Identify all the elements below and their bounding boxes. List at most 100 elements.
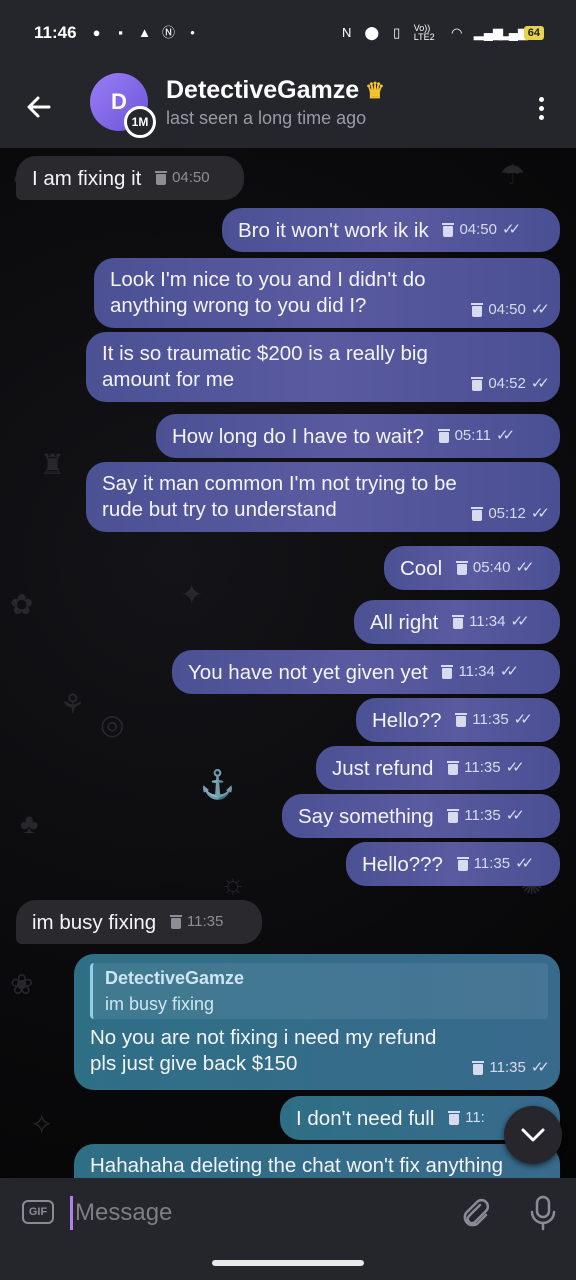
doodle-icon: ⚘ [60, 689, 86, 720]
message-meta: 05:12 ✓✓ [471, 501, 550, 527]
system-nav-bar [0, 1248, 576, 1280]
deleted-trash-icon [447, 809, 460, 823]
crown-icon: ♛ [365, 78, 385, 103]
message-time: 11:35 [473, 855, 511, 872]
signal-1-icon: ▂▄▆ [473, 25, 503, 40]
chat-messages-area[interactable]: ✎ ☂ ♜ ✿ ⚘ ✦ ◎ ♣ ⚓ ❀ ☼ ✧ ✺ ♨ I am fixing … [0, 148, 576, 1178]
message-meta: 11:35 ✓✓ [455, 707, 533, 733]
outgoing-message[interactable]: Bro it won't work ik ik 04:50 ✓✓ [222, 208, 560, 252]
outgoing-message[interactable]: 05:12 ✓✓ Say it man common I'm not trying… [86, 462, 560, 532]
deleted-trash-icon [441, 665, 454, 679]
contact-name[interactable]: DetectiveGamze ♛ [166, 76, 385, 105]
message-input[interactable] [70, 1196, 430, 1230]
read-ticks-icon: ✓✓ [499, 663, 519, 680]
outgoing-message[interactable]: Just refund 11:35 ✓✓ [316, 746, 560, 790]
message-text: Bro it won't work ik ik [238, 219, 429, 242]
more-options-button[interactable] [526, 88, 556, 128]
message-meta: 05:40 ✓✓ [455, 555, 535, 581]
doodle-icon: ❀ [10, 969, 34, 1000]
chevron-down-icon [521, 1128, 545, 1142]
outgoing-message[interactable]: Hahahaha deleting the chat won't fix any… [74, 1144, 560, 1178]
voice-message-button[interactable] [526, 1194, 560, 1232]
message-time: 05:40 [472, 559, 511, 576]
reply-quote[interactable]: DetectiveGamze im busy fixing [90, 963, 548, 1019]
microphone-icon [530, 1195, 556, 1231]
doodle-icon: ✧ [30, 1109, 54, 1140]
message-meta: 05:11 ✓✓ [437, 423, 515, 449]
message-meta: 04:50 ✓✓ [442, 217, 521, 243]
more-dot-icon: • [190, 25, 195, 40]
doodle-icon: ♣ [20, 808, 39, 839]
outgoing-message[interactable]: How long do I have to wait? 05:11 ✓✓ [156, 414, 560, 458]
notification-icons: ● ▪ ▲ Ⓝ • [89, 25, 201, 41]
message-meta: 11:35 ✓✓ [456, 851, 534, 877]
last-seen-status: last seen a long time ago [166, 108, 367, 128]
battery-icon: 64 [523, 26, 544, 40]
message-time: 11:35 [489, 1059, 526, 1076]
deleted-trash-icon [471, 303, 484, 317]
message-text: Just refund [332, 757, 434, 780]
status-bar: 11:46 ● ▪ ▲ Ⓝ • N ⬤ ▯ Vo)) LTE2 ◠ ▂▄▆ ▂▄… [0, 0, 576, 66]
message-text: I am fixing it [32, 167, 142, 190]
deleted-trash-icon [472, 1061, 485, 1075]
read-ticks-icon: ✓✓ [496, 427, 515, 444]
kebab-menu-icon [538, 96, 544, 102]
message-time: 04:50 [488, 301, 526, 318]
outgoing-message[interactable]: All right 11:34 ✓✓ [354, 600, 560, 644]
volte-label: Vo)) LTE2 [413, 23, 435, 42]
message-time: 11:35 [186, 913, 224, 930]
system-icons: N ⬤ ▯ Vo)) LTE2 ◠ ▂▄▆ ▂▄▆ 64 [339, 24, 544, 42]
deleted-trash-icon [455, 713, 468, 727]
message-text: Hello??? [362, 853, 443, 876]
message-meta: 11:35 [169, 909, 224, 935]
doodle-icon: ◎ [100, 709, 125, 740]
read-ticks-icon: ✓✓ [513, 711, 533, 728]
back-arrow-icon [27, 96, 51, 118]
incoming-message[interactable]: im busy fixing 11:35 [16, 900, 262, 944]
paperclip-icon [463, 1198, 490, 1227]
doodle-icon: ☼ [220, 868, 246, 899]
deleted-trash-icon [169, 915, 182, 929]
message-text: im busy fixing [32, 911, 157, 934]
message-text: Say something [298, 805, 434, 828]
message-meta: 11:34 ✓✓ [441, 659, 519, 685]
read-ticks-icon: ✓✓ [505, 759, 525, 776]
outgoing-message[interactable]: 04:52 ✓✓ It is so traumatic $200 is a rea… [86, 332, 560, 402]
chat-notification-icon: ● [92, 25, 101, 40]
outgoing-message[interactable]: You have not yet given yet 11:34 ✓✓ [172, 650, 560, 694]
message-text: No you are not fixing i need my refund p… [90, 1026, 437, 1075]
message-time: 11:35 [464, 807, 501, 824]
outgoing-message[interactable]: Hello??? 11:35 ✓✓ [346, 842, 560, 886]
outgoing-message[interactable]: Say something 11:35 ✓✓ [282, 794, 560, 838]
back-button[interactable] [16, 84, 62, 130]
read-ticks-icon: ✓✓ [515, 855, 534, 872]
message-text: All right [370, 611, 439, 634]
status-time: 11:46 [34, 23, 77, 42]
message-meta: 11:35 ✓✓ [472, 1055, 550, 1081]
message-meta: 11:34 ✓✓ [452, 609, 530, 635]
outgoing-reply-message[interactable]: DetectiveGamze im busy fixing 11:35 ✓✓ No… [74, 954, 560, 1090]
message-text: It is so traumatic $200 is a really big … [102, 342, 428, 391]
vibrate-icon: ▯ [393, 25, 401, 40]
outgoing-message[interactable]: Cool 05:40 ✓✓ [384, 546, 560, 590]
outgoing-message[interactable]: Hello?? 11:35 ✓✓ [356, 698, 560, 742]
scroll-to-bottom-button[interactable] [504, 1106, 562, 1164]
deleted-trash-icon [471, 377, 484, 391]
deleted-trash-icon [447, 761, 460, 775]
attach-button[interactable] [458, 1196, 492, 1230]
message-meta: 11:35 ✓✓ [447, 803, 525, 829]
message-meta: 04:50 [155, 165, 210, 191]
incoming-message[interactable]: I am fixing it 04:50 [16, 156, 244, 200]
message-time: 05:11 [454, 427, 491, 444]
message-time: 04:50 [459, 221, 497, 238]
deleted-trash-icon [155, 171, 168, 185]
home-gesture-handle[interactable] [212, 1260, 364, 1266]
doodle-icon: ⚓ [200, 769, 235, 800]
gif-button[interactable]: GIF [22, 1200, 54, 1224]
message-text: Hahahaha deleting the chat won't fix any… [90, 1154, 504, 1177]
story-badge[interactable]: 1M [124, 106, 156, 138]
signal-2-icon: ▂▄▆ [498, 25, 528, 40]
message-time: 04:52 [488, 375, 526, 392]
outgoing-message[interactable]: 04:50 ✓✓ Look I'm nice to you and I didn'… [94, 258, 560, 328]
app-notification-icon: ▪ [118, 25, 123, 40]
